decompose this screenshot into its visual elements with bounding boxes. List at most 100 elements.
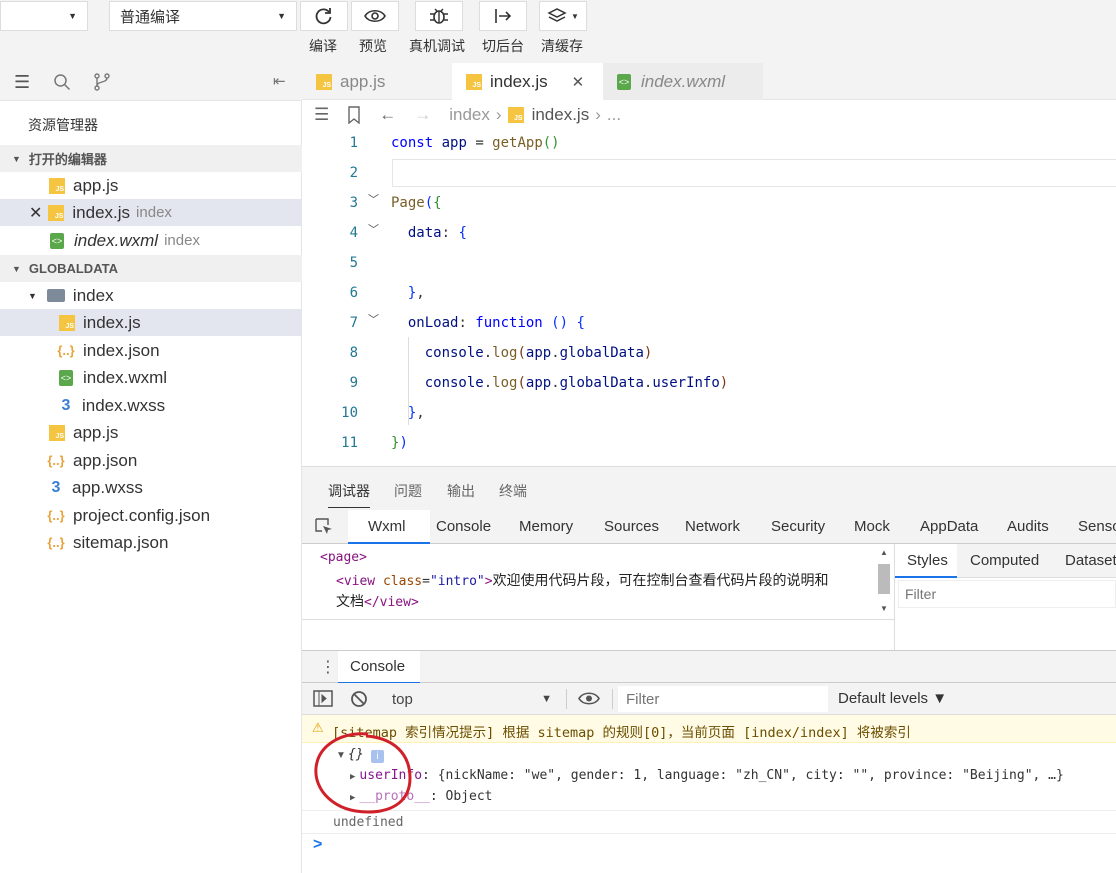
open-editor-item[interactable]: JS app.js: [0, 172, 302, 199]
refresh-icon: [315, 8, 332, 25]
back-arrow-icon[interactable]: ←: [379, 105, 396, 125]
userinfo-property[interactable]: ▶ userInfo: {nickName: "we", gender: 1, l…: [350, 768, 1064, 783]
console-toolbar: top ▼ Default levels ▼: [302, 683, 1116, 715]
tree-item[interactable]: JS app.js: [0, 419, 302, 446]
mode-select[interactable]: ▼: [0, 1, 88, 31]
debug-panel-tabs: 调试器 问题 输出 终端: [302, 466, 1116, 510]
project-header[interactable]: ▼ GLOBALDATA: [0, 255, 302, 282]
tab-audits[interactable]: Audits: [1007, 518, 1049, 535]
tab-terminal[interactable]: 终端: [499, 481, 527, 501]
open-editors-header[interactable]: ▼ 打开的编辑器: [0, 145, 302, 172]
js-file-icon: JS: [49, 424, 65, 441]
sidebar-toggle-icon[interactable]: [313, 690, 333, 707]
tree-item[interactable]: {..} index.json: [0, 337, 302, 364]
close-icon[interactable]: ✕: [572, 73, 585, 91]
tab-network[interactable]: Network: [685, 518, 740, 535]
breadcrumb-file[interactable]: index.js: [532, 105, 590, 125]
tab-app-js[interactable]: JS app.js: [302, 63, 452, 100]
breadcrumb-folder[interactable]: index: [449, 105, 490, 125]
default-levels-select[interactable]: Default levels ▼: [838, 690, 947, 707]
open-editor-item[interactable]: ✕ JS index.js index: [0, 199, 302, 226]
tree-item[interactable]: JS index.js: [0, 309, 302, 336]
fold-chevron-icon[interactable]: ﹀: [368, 311, 379, 327]
layers-icon: [547, 8, 567, 22]
clear-console-icon[interactable]: [350, 690, 368, 708]
bug-icon: [430, 8, 448, 24]
tab-styles[interactable]: Styles: [907, 552, 948, 569]
tab-dataset[interactable]: Dataset: [1065, 552, 1116, 569]
console-warning-row: ⚠ [sitemap 索引情况提示] 根据 sitemap 的规则[0]，当前页…: [302, 715, 1116, 743]
tree-item[interactable]: <> index.wxml: [0, 364, 302, 391]
tree-item[interactable]: 3 app.wxss: [0, 474, 302, 501]
chevron-down-icon: ▼: [277, 11, 286, 21]
context-select[interactable]: top ▼: [382, 687, 558, 711]
bookmark-icon[interactable]: [347, 106, 361, 124]
tab-problems[interactable]: 问题: [394, 481, 422, 501]
code-line: console.log(app.globalData): [391, 345, 653, 361]
list-icon[interactable]: ☰: [314, 105, 329, 125]
tab-wxml[interactable]: Wxml: [368, 518, 406, 535]
more-vertical-icon[interactable]: ⋮: [320, 657, 336, 677]
fold-chevron-icon[interactable]: ﹀: [368, 191, 379, 207]
tab-mock[interactable]: Mock: [854, 518, 890, 535]
preview-button[interactable]: [351, 1, 399, 31]
tab-sensors[interactable]: Senso: [1078, 518, 1116, 535]
tree-item[interactable]: {..} sitemap.json: [0, 529, 302, 556]
eye-icon[interactable]: [578, 691, 600, 706]
tab-security[interactable]: Security: [771, 518, 825, 535]
toolbar-divider: [612, 689, 613, 709]
tab-output[interactable]: 输出: [447, 481, 475, 501]
compile-button[interactable]: [300, 1, 348, 31]
console-object-entry[interactable]: ▼ {} i ▶ userInfo: {nickName: "we", gende…: [302, 743, 1116, 811]
remote-debug-button[interactable]: [415, 1, 463, 31]
console-filter-input[interactable]: [618, 686, 828, 712]
wxml-view-node[interactable]: <view class="intro">欢迎使用代码片段，可在控制台查看代码片段…: [336, 570, 829, 590]
code-line: const app = getApp(): [391, 135, 560, 151]
forward-arrow-icon[interactable]: →: [414, 105, 431, 125]
console-divider: [302, 833, 1116, 834]
tab-debugger[interactable]: 调试器: [328, 481, 370, 508]
clear-cache-button[interactable]: ▼: [539, 1, 587, 31]
tree-item[interactable]: {..} project.config.json: [0, 502, 302, 529]
css-file-icon: 3: [51, 478, 61, 496]
wxml-scrollbar[interactable]: ▲ ▼: [876, 546, 892, 618]
collapse-sidebar-icon[interactable]: ⇤: [273, 72, 286, 90]
close-icon[interactable]: ✕: [29, 203, 42, 223]
console-prompt[interactable]: >: [313, 836, 322, 854]
breadcrumb-more[interactable]: ...: [607, 105, 621, 125]
chevron-down-icon: ▼: [68, 11, 77, 21]
fold-chevron-icon[interactable]: ﹀: [368, 221, 379, 237]
open-editor-item[interactable]: <> index.wxml index: [0, 227, 302, 254]
wxml-page-tag: <page>: [320, 550, 367, 565]
tab-index-wxml[interactable]: <> index.wxml: [603, 63, 763, 100]
tree-item[interactable]: ▼ index: [0, 282, 302, 309]
wxml-file-icon: <>: [50, 232, 64, 249]
tree-item[interactable]: 3 index.wxss: [0, 392, 302, 419]
folder-icon: [46, 289, 65, 302]
tab-console-drawer[interactable]: Console: [350, 658, 405, 675]
chevron-down-icon: ▼: [12, 153, 21, 164]
json-file-icon: {..}: [47, 453, 65, 468]
styles-filter-input[interactable]: [898, 580, 1116, 608]
js-file-icon: JS: [48, 204, 65, 221]
tab-appdata[interactable]: AppData: [920, 518, 978, 535]
tab-computed[interactable]: Computed: [970, 552, 1039, 569]
chevron-right-icon: ›: [495, 105, 502, 124]
tab-index-js[interactable]: JS index.js ✕: [452, 63, 603, 100]
list-icon[interactable]: ☰: [14, 72, 30, 93]
css-file-icon: 3: [61, 396, 71, 414]
wxml-tree[interactable]: <page> <view class="intro">欢迎使用代码片段，可在控制…: [302, 544, 894, 620]
js-file-icon: JS: [507, 107, 524, 123]
switch-background-button[interactable]: [479, 1, 527, 31]
inspect-element-icon[interactable]: [315, 518, 333, 536]
tab-console[interactable]: Console: [436, 518, 491, 535]
undefined-output: undefined: [333, 815, 404, 830]
tab-memory[interactable]: Memory: [519, 518, 573, 535]
search-icon[interactable]: [53, 73, 71, 91]
tree-item[interactable]: {..} app.json: [0, 447, 302, 474]
clear-cache-label: 清缓存: [541, 38, 583, 54]
compile-mode-select[interactable]: 普通编译 ▼: [109, 1, 297, 31]
tab-sources[interactable]: Sources: [604, 518, 659, 535]
source-control-icon[interactable]: [93, 72, 111, 92]
js-file-icon: JS: [59, 314, 75, 331]
